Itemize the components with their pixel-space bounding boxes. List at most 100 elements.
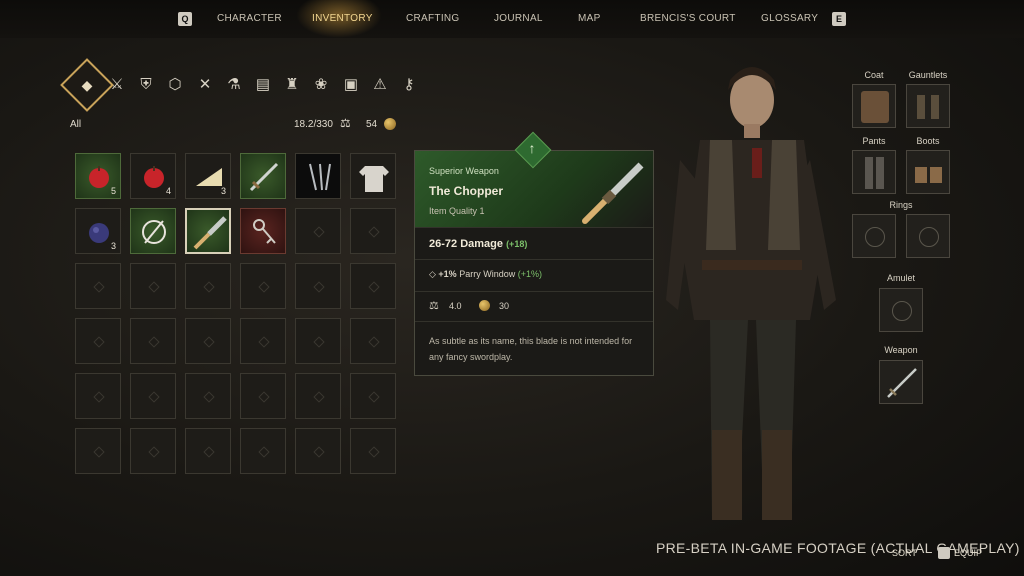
- weight-icon: ⚖: [340, 116, 351, 130]
- inventory-slot[interactable]: [185, 208, 231, 254]
- inventory-slot[interactable]: [350, 153, 396, 199]
- inventory-slot[interactable]: 3: [75, 208, 121, 254]
- inventory-slot-empty[interactable]: [75, 318, 121, 364]
- inventory-slot-empty[interactable]: [75, 263, 121, 309]
- weapon-slot[interactable]: [879, 360, 923, 404]
- equip-hint[interactable]: EQUIP: [954, 548, 982, 558]
- alert-icon[interactable]: ⚠: [369, 74, 391, 96]
- mug-icon[interactable]: ▣: [340, 74, 362, 96]
- coat-icon: [861, 91, 889, 123]
- character-model: [666, 67, 836, 520]
- sword-icon: [887, 368, 917, 398]
- filter-label: All: [70, 119, 82, 130]
- inventory-slot-empty[interactable]: [130, 428, 176, 474]
- sword-icon[interactable]: ⚔: [106, 74, 128, 96]
- perk-value: +1%: [438, 269, 457, 279]
- inventory-slot-empty[interactable]: [185, 318, 231, 364]
- prev-tab-key[interactable]: Q: [178, 12, 192, 26]
- inventory-slot-empty[interactable]: [185, 373, 231, 419]
- inventory-slot[interactable]: [240, 208, 286, 254]
- amulet-slot[interactable]: [879, 288, 923, 332]
- sword-icon: [249, 162, 279, 192]
- inventory-slot-empty[interactable]: [185, 428, 231, 474]
- inventory-slot-empty[interactable]: [295, 263, 341, 309]
- shirt-icon[interactable]: ♜: [281, 74, 303, 96]
- tab-inventory[interactable]: INVENTORY: [312, 13, 373, 24]
- inventory-slot-empty[interactable]: [295, 208, 341, 254]
- item-price: 30: [499, 301, 510, 311]
- coat-label: Coat: [864, 70, 884, 80]
- key-icon: [253, 219, 276, 244]
- inventory-slot[interactable]: 4: [130, 153, 176, 199]
- sort-hint[interactable]: SORT: [892, 548, 917, 558]
- inventory-slot-empty[interactable]: [295, 318, 341, 364]
- damage-value: 26-72 Damage: [429, 238, 503, 250]
- item-type: Superior Weapon: [429, 166, 499, 176]
- inventory-slot-empty[interactable]: [240, 263, 286, 309]
- potion-icon[interactable]: ⚗: [223, 74, 245, 96]
- inventory-slot-empty[interactable]: [130, 373, 176, 419]
- boots-slot[interactable]: [906, 150, 950, 194]
- damage-bonus: (+18): [506, 239, 528, 249]
- tab-journal[interactable]: JOURNAL: [494, 13, 543, 24]
- herb-icon[interactable]: ❀: [310, 74, 332, 96]
- inventory-slot[interactable]: [295, 153, 341, 199]
- inventory-slot-empty[interactable]: [75, 428, 121, 474]
- inventory-slot-empty[interactable]: [295, 428, 341, 474]
- boots-icon: [915, 167, 927, 183]
- inventory-slot-empty[interactable]: [75, 373, 121, 419]
- inventory-slot-empty[interactable]: [185, 263, 231, 309]
- inventory-slot-empty[interactable]: [350, 318, 396, 364]
- damage-row: 26-72 Damage (+18): [429, 238, 527, 250]
- tab-glossary[interactable]: GLOSSARY: [761, 13, 818, 24]
- pants-label: Pants: [862, 136, 886, 146]
- item-name: The Chopper: [429, 184, 503, 198]
- inventory-slot[interactable]: 5: [75, 153, 121, 199]
- weapon-label: Weapon: [884, 345, 918, 355]
- carry-weight: 18.2/330: [294, 119, 333, 130]
- gauntlets-icon: [931, 95, 939, 119]
- inventory-slot-empty[interactable]: [350, 263, 396, 309]
- item-quality: Item Quality 1: [429, 206, 485, 216]
- inventory-slot-empty[interactable]: [350, 373, 396, 419]
- item-count: 3: [220, 186, 226, 196]
- gold-coin-icon: [384, 118, 396, 130]
- tools-icon[interactable]: ✕: [194, 74, 216, 96]
- inventory-slot-empty[interactable]: [240, 318, 286, 364]
- tooltip-divider: [415, 259, 653, 260]
- pants-slot[interactable]: [852, 150, 896, 194]
- gold-coin-icon: [479, 300, 490, 311]
- rings-label: Rings: [889, 200, 913, 210]
- inventory-slot-empty[interactable]: [130, 318, 176, 364]
- gauntlets-slot[interactable]: [906, 84, 950, 128]
- next-tab-key[interactable]: E: [832, 12, 846, 26]
- tab-crafting[interactable]: CRAFTING: [406, 13, 460, 24]
- inventory-slot-empty[interactable]: [240, 428, 286, 474]
- inventory-slot-empty[interactable]: [350, 428, 396, 474]
- tab-character[interactable]: CHARACTER: [217, 13, 282, 24]
- gauntlets-icon: [917, 95, 925, 119]
- book-icon[interactable]: ▤: [252, 74, 274, 96]
- item-count: 5: [110, 186, 116, 196]
- inventory-slot-empty[interactable]: [240, 373, 286, 419]
- inventory-slot[interactable]: [130, 208, 176, 254]
- perk-label: Parry Window: [459, 269, 516, 279]
- inventory-slot-empty[interactable]: [295, 373, 341, 419]
- inventory-slot-empty[interactable]: [130, 263, 176, 309]
- ring-slot-1[interactable]: [852, 214, 896, 258]
- chopper-icon: [193, 216, 227, 250]
- inventory-slot-empty[interactable]: [350, 208, 396, 254]
- pants-icon: [876, 157, 884, 189]
- inventory-slot[interactable]: [240, 153, 286, 199]
- item-count: 3: [110, 241, 116, 251]
- coat-slot[interactable]: [852, 84, 896, 128]
- tab-brencis-court[interactable]: BRENCIS'S COURT: [640, 13, 736, 24]
- diamond-icon: ◇: [429, 269, 439, 279]
- ring-slot-2[interactable]: [906, 214, 950, 258]
- tab-map[interactable]: MAP: [578, 13, 601, 24]
- armor-icon[interactable]: ⛨: [135, 74, 157, 96]
- upgrade-arrow-icon: ↑: [528, 140, 536, 156]
- inventory-slot[interactable]: 3: [185, 153, 231, 199]
- key-icon[interactable]: ⚷: [398, 74, 420, 96]
- shield-icon[interactable]: ⬡: [164, 74, 186, 96]
